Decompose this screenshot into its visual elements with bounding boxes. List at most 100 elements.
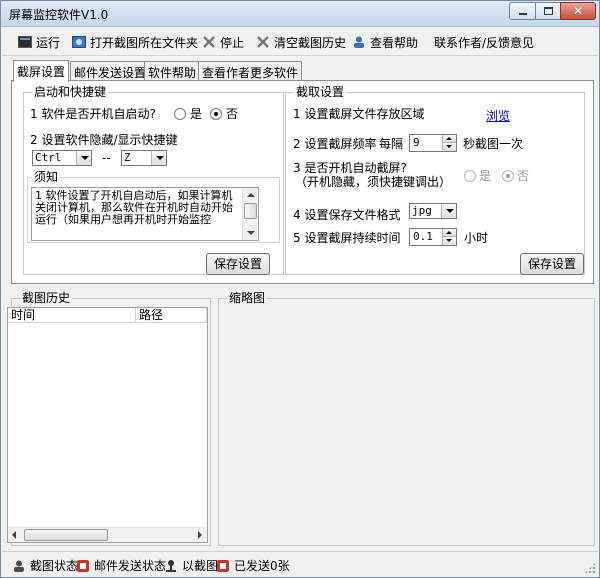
maximize-button[interactable]	[535, 2, 561, 20]
status-capture: 截图状态	[12, 557, 78, 574]
help-label: 查看帮助	[370, 35, 419, 50]
stop-button[interactable]: 停止	[202, 33, 244, 51]
run-label: 运行	[36, 35, 61, 50]
hotkey-key-value: Z	[124, 151, 131, 164]
auto-capture-yes-radio[interactable]	[464, 170, 476, 182]
notice-group: 须知 1 软件设置了开机自启动后，如果计算机关闭计算机，那么软件在开机时自动开始…	[27, 170, 280, 243]
history-title: 截图历史	[20, 291, 73, 305]
app-window: 屏幕监控软件V1.0 ✕ 运行 打开截图所在文件夹 停止 清空截图历史 查看帮助…	[0, 0, 600, 578]
autostart-question: 1 软件是否开机自启动?	[30, 107, 156, 121]
tab-mail-settings[interactable]: 邮件发送设置	[70, 61, 151, 81]
startup-save-button[interactable]: 保存设置	[206, 253, 270, 275]
frequency-label: 2 设置截屏频率	[293, 137, 377, 151]
tools-icon	[256, 35, 270, 49]
decrement-icon[interactable]	[442, 143, 456, 151]
open-folder-label: 打开截图所在文件夹	[90, 35, 199, 50]
hotkey-label: 2 设置软件隐藏/显示快捷键	[30, 133, 178, 147]
increment-icon[interactable]	[442, 229, 456, 237]
window-title: 屏幕监控软件V1.0	[9, 8, 109, 22]
tab-capture-settings[interactable]: 截屏设置	[13, 60, 70, 82]
frequency-suffix: 秒截图一次	[463, 137, 524, 151]
browse-link[interactable]: 浏览	[486, 107, 510, 124]
scroll-thumb[interactable]	[244, 203, 257, 219]
status-mail: 邮件发送状态	[76, 557, 166, 574]
file-format-value: jpg	[412, 204, 432, 217]
column-header-path[interactable]: 路径	[136, 308, 207, 323]
file-format-select[interactable]: jpg	[409, 203, 457, 219]
autostart-no-radio[interactable]	[210, 108, 222, 120]
run-button[interactable]: 运行	[18, 33, 60, 51]
history-list[interactable]: 时间 路径	[7, 307, 208, 543]
auto-capture-no-radio[interactable]	[502, 170, 514, 182]
clear-history-button[interactable]: 清空截图历史	[256, 33, 346, 51]
tab-more-software[interactable]: 查看作者更多软件	[198, 61, 303, 81]
chevron-down-icon	[441, 204, 456, 218]
help-button[interactable]: 查看帮助	[352, 33, 418, 51]
scroll-up-icon[interactable]	[243, 188, 258, 202]
notice-title: 须知	[32, 170, 61, 184]
status-mail-label: 邮件发送状态	[94, 559, 167, 573]
file-format-label: 4 设置保存文件格式	[293, 208, 401, 222]
scroll-left-icon[interactable]	[8, 528, 23, 542]
capture-group-title: 截取设置	[294, 85, 347, 99]
duration-stepper[interactable]: 0.1	[409, 228, 457, 246]
thumbnail-group: 缩略图	[218, 291, 595, 546]
clear-history-label: 清空截图历史	[274, 35, 347, 50]
contact-button[interactable]: 联系作者/反馈意见	[434, 33, 534, 51]
tab-panel: 启动和快捷键 1 软件是否开机自启动? 是 否 2 设置软件隐藏/显示快捷键 C…	[11, 80, 594, 284]
hotkey-key-select[interactable]: Z	[121, 150, 167, 166]
duration-value: 0.1	[413, 230, 433, 243]
autostart-no-label: 否	[226, 107, 239, 121]
stop-label: 停止	[220, 35, 245, 50]
every-label: 每隔	[379, 137, 404, 151]
terminal-icon	[18, 35, 32, 49]
tab-software-help[interactable]: 软件帮助	[144, 61, 201, 81]
auto-capture-note: （开机隐藏，须快捷键调出）	[295, 175, 452, 189]
startup-group: 启动和快捷键 1 软件是否开机自启动? 是 否 2 设置软件隐藏/显示快捷键 C…	[23, 85, 284, 275]
picture-folder-icon	[72, 35, 86, 49]
contact-label: 联系作者/反馈意见	[434, 35, 535, 50]
scroll-right-icon[interactable]	[192, 528, 207, 542]
close-button[interactable]: ✕	[560, 2, 596, 20]
user-help-icon	[352, 35, 366, 49]
decrement-icon[interactable]	[442, 237, 456, 245]
startup-group-title: 启动和快捷键	[32, 85, 109, 99]
frequency-value: 9	[413, 136, 420, 149]
frequency-stepper[interactable]: 9	[409, 134, 457, 152]
storage-area-label: 1 设置截屏文件存放区域	[293, 107, 425, 121]
auto-capture-no-label: 否	[517, 169, 530, 183]
increment-icon[interactable]	[442, 135, 456, 143]
notice-textarea[interactable]: 1 软件设置了开机自启动后，如果计算机关闭计算机，那么软件在开机时自动开始运行（…	[31, 187, 259, 241]
autostart-yes-radio[interactable]	[174, 108, 186, 120]
minimize-button[interactable]	[509, 2, 536, 20]
resize-grip-icon[interactable]	[584, 562, 596, 574]
capture-save-button[interactable]: 保存设置	[520, 253, 584, 275]
scroll-thumb[interactable]	[24, 529, 108, 541]
status-capture-label: 截图状态	[30, 559, 79, 573]
maximize-icon	[544, 7, 553, 15]
status-sent-label: 已发送0张	[234, 559, 290, 573]
auto-capture-question: 3 是否开机自动截屏?	[293, 161, 407, 175]
duration-unit: 小时	[464, 231, 489, 245]
auto-capture-yes-label: 是	[479, 169, 492, 183]
minimize-icon	[519, 13, 527, 15]
history-hscrollbar[interactable]	[8, 527, 207, 542]
open-folder-button[interactable]: 打开截图所在文件夹	[72, 33, 198, 51]
toolbar: 运行 打开截图所在文件夹 停止 清空截图历史 查看帮助 联系作者/反馈意见	[2, 28, 598, 56]
hotkey-modifier-select[interactable]: Ctrl	[32, 150, 92, 166]
tools-icon	[202, 35, 216, 49]
stop-status-icon	[216, 559, 230, 573]
status-captured: 以截图	[164, 557, 218, 574]
hotkey-separator: --	[102, 151, 111, 165]
column-header-time[interactable]: 时间	[8, 308, 136, 323]
status-bar: 截图状态 邮件发送状态 以截图 已发送0张	[2, 551, 598, 576]
notice-scrollbar[interactable]	[242, 188, 258, 240]
autostart-yes-label: 是	[190, 107, 203, 121]
title-bar: 屏幕监控软件V1.0 ✕	[1, 1, 599, 27]
capture-group: 截取设置 1 设置截屏文件存放区域 浏览 2 设置截屏频率 每隔 9 秒截图一次…	[285, 85, 585, 275]
chevron-down-icon	[76, 151, 91, 165]
status-sent: 已发送0张	[216, 557, 290, 574]
scroll-down-icon[interactable]	[243, 226, 258, 240]
user-status-icon	[12, 559, 26, 573]
notice-text: 1 软件设置了开机自启动后，如果计算机关闭计算机，那么软件在开机时自动开始运行（…	[35, 189, 233, 226]
